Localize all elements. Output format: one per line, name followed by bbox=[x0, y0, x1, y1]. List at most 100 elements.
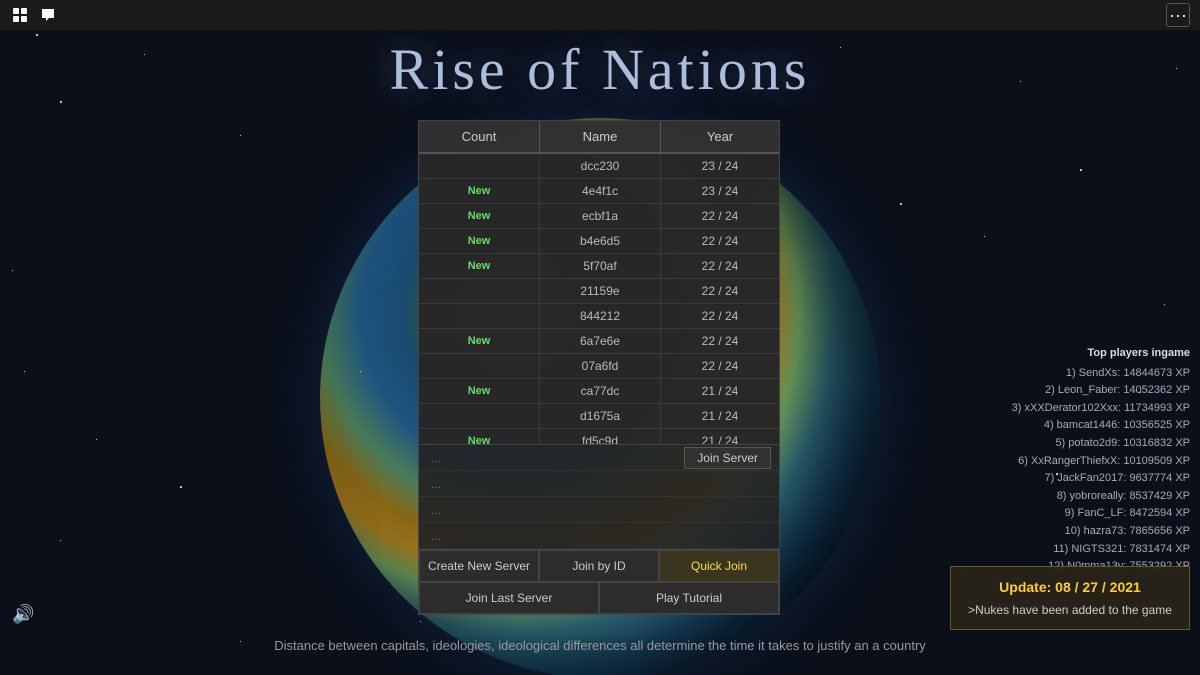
td-year: 21 / 24 bbox=[661, 379, 779, 403]
td-count: New bbox=[419, 379, 539, 403]
table-row[interactable]: New ecbf1a22 / 24 bbox=[419, 204, 779, 229]
table-header: Count Name Year bbox=[419, 121, 779, 154]
leaderboard: Top players ingame 1) SendXs: 14844673 X… bbox=[1012, 345, 1190, 576]
quick-join-button[interactable]: Quick Join bbox=[659, 550, 779, 582]
td-year: 22 / 24 bbox=[661, 304, 779, 328]
td-count: New bbox=[419, 329, 539, 353]
leaderboard-entry: 9) FanC_LF: 8472594 XP bbox=[1012, 505, 1190, 523]
new-badge: New bbox=[468, 335, 491, 347]
menu-dots-button[interactable]: ··· bbox=[1166, 3, 1190, 27]
td-year: 21 / 24 bbox=[661, 404, 779, 428]
td-name: fd5c9d bbox=[539, 429, 661, 444]
td-year: 22 / 24 bbox=[661, 279, 779, 303]
top-bar-left-icons bbox=[10, 5, 58, 25]
btn-row-2: Join Last Server Play Tutorial bbox=[419, 582, 779, 614]
volume-icon[interactable]: 🔊 bbox=[12, 604, 34, 625]
td-count bbox=[419, 404, 539, 428]
td-year: 23 / 24 bbox=[661, 179, 779, 203]
dots-1: ... bbox=[431, 451, 441, 465]
new-badge: New bbox=[468, 210, 491, 222]
td-year: 22 / 24 bbox=[661, 329, 779, 353]
leaderboard-entry: 10) hazra73: 7865656 XP bbox=[1012, 523, 1190, 541]
new-badge: New bbox=[468, 435, 491, 444]
leaderboard-entry: 3) xXXDerator102Xxx: 11734993 XP bbox=[1012, 400, 1190, 418]
new-badge: New bbox=[468, 185, 491, 197]
td-count: New bbox=[419, 254, 539, 278]
table-row[interactable]: 07a6fd22 / 24 bbox=[419, 354, 779, 379]
table-row[interactable]: New 4e4f1c23 / 24 bbox=[419, 179, 779, 204]
play-tutorial-button[interactable]: Play Tutorial bbox=[599, 582, 779, 614]
game-title: Rise of Nations bbox=[0, 36, 1200, 103]
new-badge: New bbox=[468, 235, 491, 247]
dots-4: ... bbox=[431, 529, 441, 543]
td-name: ecbf1a bbox=[539, 204, 661, 228]
new-badge: New bbox=[468, 260, 491, 272]
home-icon[interactable] bbox=[10, 5, 30, 25]
td-year: 22 / 24 bbox=[661, 354, 779, 378]
leaderboard-entry: 11) NIGTS321: 7831474 XP bbox=[1012, 541, 1190, 559]
td-count bbox=[419, 279, 539, 303]
new-badge: New bbox=[468, 385, 491, 397]
td-name: 21159e bbox=[539, 279, 661, 303]
bottom-buttons: Create New Server Join by ID Quick Join … bbox=[419, 549, 779, 614]
td-count: New bbox=[419, 229, 539, 253]
dots-3: ... bbox=[431, 503, 441, 517]
server-table-body[interactable]: dcc23023 / 24New4e4f1c23 / 24Newecbf1a22… bbox=[419, 154, 779, 444]
table-row[interactable]: dcc23023 / 24 bbox=[419, 154, 779, 179]
table-row[interactable]: d1675a21 / 24 bbox=[419, 404, 779, 429]
update-title: Update: 08 / 27 / 2021 bbox=[963, 579, 1177, 595]
join-last-server-button[interactable]: Join Last Server bbox=[419, 582, 599, 614]
td-count: New bbox=[419, 204, 539, 228]
tagline: Distance between capitals, ideologies, i… bbox=[0, 638, 1200, 653]
td-count: New bbox=[419, 179, 539, 203]
dots-row-3: ... bbox=[419, 497, 779, 523]
update-panel: Update: 08 / 27 / 2021 >Nukes have been … bbox=[950, 566, 1190, 630]
td-year: 22 / 24 bbox=[661, 254, 779, 278]
dots-row-1: ... Join Server bbox=[419, 445, 779, 471]
td-name: 07a6fd bbox=[539, 354, 661, 378]
top-bar: ··· bbox=[0, 0, 1200, 30]
leaderboard-entry: 6) XxRangerThiefxX: 10109509 XP bbox=[1012, 453, 1190, 471]
col-header-name: Name bbox=[539, 121, 661, 152]
td-name: 4e4f1c bbox=[539, 179, 661, 203]
dots-section: ... Join Server ... ... ... bbox=[419, 444, 779, 549]
leaderboard-entry: 2) Leon_Faber: 14052362 XP bbox=[1012, 382, 1190, 400]
col-header-year: Year bbox=[661, 121, 779, 152]
dots-row-2: ... bbox=[419, 471, 779, 497]
td-name: dcc230 bbox=[539, 154, 661, 178]
td-name: 5f70af bbox=[539, 254, 661, 278]
chat-icon[interactable] bbox=[38, 5, 58, 25]
dots-row-4: ... bbox=[419, 523, 779, 549]
leaderboard-title: Top players ingame bbox=[1012, 345, 1190, 363]
td-year: 23 / 24 bbox=[661, 154, 779, 178]
table-row[interactable]: 21159e22 / 24 bbox=[419, 279, 779, 304]
table-row[interactable]: Newb4e6d522 / 24 bbox=[419, 229, 779, 254]
table-row[interactable]: New fd5c9d21 / 24 bbox=[419, 429, 779, 444]
main-panel: Count Name Year dcc23023 / 24 New 4e4f1c23… bbox=[418, 120, 780, 615]
dots-2: ... bbox=[431, 477, 441, 491]
td-name: 844212 bbox=[539, 304, 661, 328]
table-row[interactable]: New6a7e6e22 / 24 bbox=[419, 329, 779, 354]
td-name: d1675a bbox=[539, 404, 661, 428]
top-bar-right: ··· bbox=[1166, 3, 1190, 27]
td-count bbox=[419, 354, 539, 378]
table-row[interactable]: New 5f70af22 / 24 bbox=[419, 254, 779, 279]
leaderboard-entry: 7) JackFan2017: 9637774 XP bbox=[1012, 470, 1190, 488]
leaderboard-entry: 5) potato2d9: 10316832 XP bbox=[1012, 435, 1190, 453]
update-text: >Nukes have been added to the game bbox=[963, 603, 1177, 617]
join-server-button[interactable]: Join Server bbox=[684, 447, 771, 469]
leaderboard-entry: 8) yobroreally: 8537429 XP bbox=[1012, 488, 1190, 506]
td-count bbox=[419, 304, 539, 328]
join-by-id-button[interactable]: Join by ID bbox=[539, 550, 659, 582]
table-row[interactable]: Newca77dc21 / 24 bbox=[419, 379, 779, 404]
create-new-server-button[interactable]: Create New Server bbox=[419, 550, 539, 582]
leaderboard-entries: 1) SendXs: 14844673 XP2) Leon_Faber: 140… bbox=[1012, 365, 1190, 576]
btn-row-1: Create New Server Join by ID Quick Join bbox=[419, 550, 779, 582]
td-count bbox=[419, 154, 539, 178]
col-header-count: Count bbox=[419, 121, 539, 152]
td-year: 22 / 24 bbox=[661, 204, 779, 228]
leaderboard-entry: 4) bamcat1446: 10356525 XP bbox=[1012, 417, 1190, 435]
td-year: 21 / 24 bbox=[661, 429, 779, 444]
td-count: New bbox=[419, 429, 539, 444]
table-row[interactable]: 84421222 / 24 bbox=[419, 304, 779, 329]
